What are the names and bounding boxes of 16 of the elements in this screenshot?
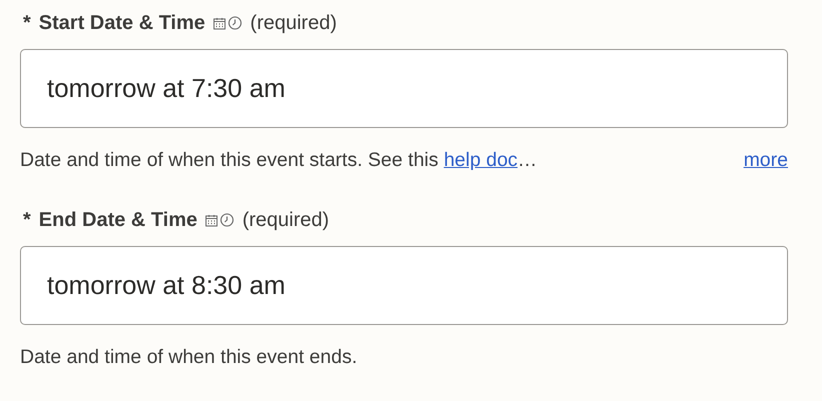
required-asterisk: *: [23, 11, 31, 36]
calendar-icon: [213, 16, 226, 30]
help-text: Date and time of when this event starts. See this help doc…: [20, 148, 538, 173]
calendar-icon: [205, 214, 218, 227]
field-label: Start Date & Time: [38, 11, 206, 36]
required-note: (required): [250, 11, 337, 36]
help-text: Date and time of when this event ends.: [20, 345, 358, 370]
required-asterisk: *: [23, 208, 31, 234]
input-field[interactable]: tomorrow at 7:30 am: [20, 49, 788, 128]
help-link[interactable]: help doc: [444, 149, 518, 171]
clock-icon: [220, 213, 234, 228]
field-label: End Date & Time: [38, 208, 198, 234]
input-field[interactable]: tomorrow at 8:30 am: [20, 246, 788, 326]
clock-icon: [228, 16, 242, 30]
required-note: (required): [242, 208, 330, 234]
more-link[interactable]: more: [744, 146, 788, 176]
